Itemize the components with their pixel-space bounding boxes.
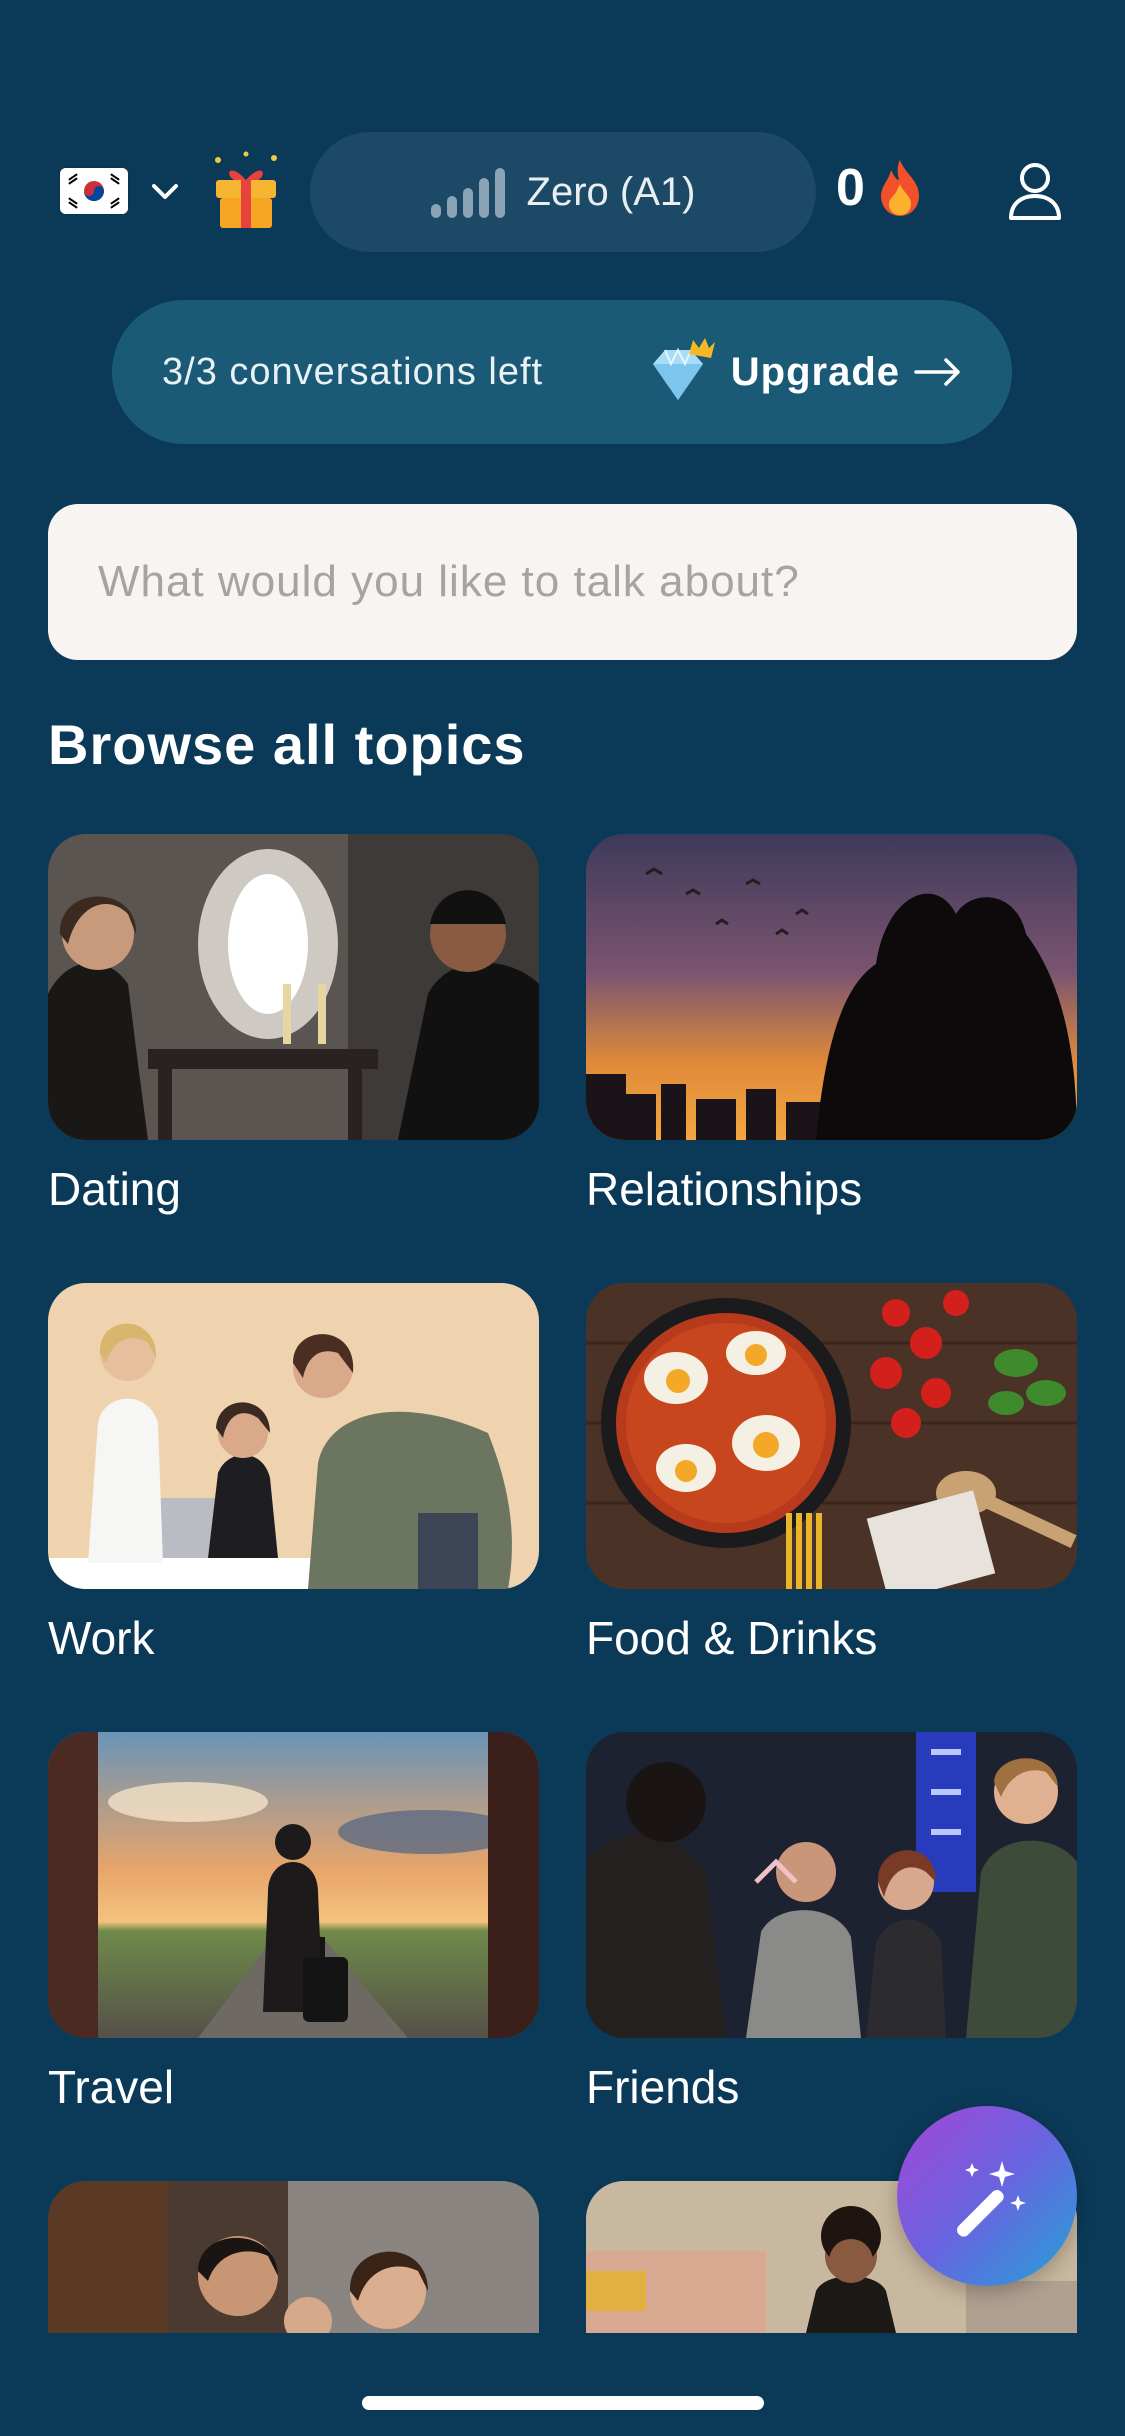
language-selector[interactable] [60,161,190,221]
family-image [48,2181,539,2333]
streak-counter[interactable]: 0 [836,158,925,218]
upgrade-banner[interactable]: 3/3 conversations left Upgrade [112,300,1012,444]
section-title: Browse all topics [48,713,526,776]
level-indicator[interactable]: Zero (A1) [310,132,816,252]
flame-icon [880,160,919,216]
dating-image [48,834,539,1140]
topic-label: Food & Drinks [586,1612,878,1664]
topic-label: Relationships [586,1163,863,1215]
topic-card-family[interactable] [48,2181,539,2355]
app-screen: Zero (A1) 0 3/3 conversations left Upgra… [0,0,1125,2436]
topic-label: Work [48,1612,155,1664]
topic-card-food-drinks[interactable]: Food & Drinks [586,1283,1077,1665]
work-image [48,1283,539,1589]
diamond-crown-icon [652,338,715,400]
streak-count: 0 [836,159,865,217]
friends-image [586,1732,1077,2038]
food-drinks-image [586,1283,1077,1589]
topic-card-relationships[interactable]: Relationships [586,834,1077,1216]
travel-image [48,1732,539,2038]
upgrade-label: Upgrade [730,349,900,394]
top-bar: Zero (A1) 0 [0,130,1125,252]
user-icon[interactable] [1005,160,1065,222]
topic-label: Travel [48,2061,175,2113]
home-indicator[interactable] [362,2396,764,2410]
upgrade-button[interactable]: Upgrade [645,336,962,408]
level-label: Zero (A1) [526,169,696,214]
magic-wand-icon [957,2161,1026,2237]
magic-wand-button[interactable] [897,2106,1077,2286]
topic-search-box[interactable] [48,504,1077,660]
topic-search-input[interactable] [98,557,1027,607]
topic-label: Dating [48,1163,181,1215]
topic-card-travel[interactable]: Travel [48,1732,539,2114]
topic-card-dating[interactable]: Dating [48,834,539,1216]
south-korea-flag-icon [60,168,128,214]
gift-icon[interactable] [210,150,282,230]
relationships-image [586,834,1077,1140]
topic-card-work[interactable]: Work [48,1283,539,1665]
chevron-down-icon [152,184,178,199]
arrow-right-icon [914,358,960,386]
signal-bars-icon [430,168,505,218]
topic-card-friends[interactable]: Friends [586,1732,1077,2114]
topic-label: Friends [586,2061,740,2113]
conversations-left-text: 3/3 conversations left [162,350,544,393]
